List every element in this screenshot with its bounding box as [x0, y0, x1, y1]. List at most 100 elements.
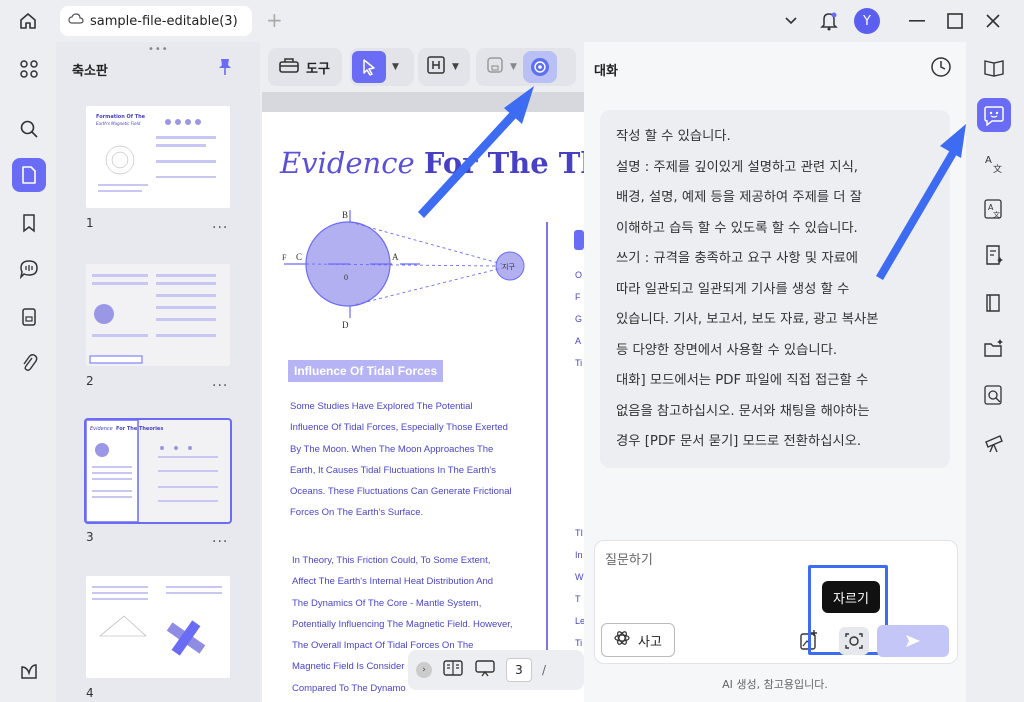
clipped-text: TI	[575, 528, 583, 538]
ai-assistant-button[interactable]	[522, 51, 557, 83]
diagram-label-c: C	[296, 252, 302, 262]
document-title: Evidence For The Theo	[280, 146, 584, 180]
telescope-icon[interactable]	[977, 426, 1011, 460]
clipped-text: W	[575, 572, 584, 582]
thumbnail-number: 1	[86, 216, 94, 230]
title-bar: sample-file-editable(3) + Y	[0, 0, 1024, 42]
home-icon[interactable]	[14, 8, 42, 34]
clipped-text: A	[575, 336, 582, 346]
svg-text:Evidence: Evidence	[90, 426, 113, 432]
tidal-force-diagram: B D A C F 0 지구	[282, 210, 525, 328]
attachment-file-icon[interactable]	[12, 300, 46, 334]
select-tool-group[interactable]: ▼	[350, 48, 414, 86]
maximize-icon[interactable]	[936, 8, 974, 34]
thumbnail-more-button[interactable]: ...	[212, 374, 228, 390]
chevron-down-icon[interactable]	[772, 8, 810, 34]
search-ai-icon[interactable]	[977, 378, 1011, 412]
left-tool-rail	[0, 42, 56, 702]
grid-icon[interactable]	[12, 52, 46, 86]
svg-text:A: A	[985, 155, 992, 166]
page-navigator: › 3 /	[408, 650, 584, 690]
document-tab[interactable]: sample-file-editable(3)	[60, 6, 252, 36]
paperclip-icon[interactable]	[12, 346, 46, 380]
column-divider	[546, 222, 548, 662]
page-thumbnail-1[interactable]: Formation Of The Earth's Magnetic Field	[86, 106, 230, 208]
think-button[interactable]: 사고	[601, 623, 675, 657]
right-ai-rail: A文 A文	[966, 42, 1024, 702]
chevron-down-icon[interactable]: ▼	[452, 62, 459, 72]
thumbnail-more-button[interactable]: ...	[212, 530, 228, 546]
svg-text:For The Theories: For The Theories	[116, 426, 163, 432]
ai-chat-icon[interactable]	[977, 98, 1011, 132]
section-heading: Influence Of Tidal Forces	[288, 360, 444, 382]
theme-icon[interactable]	[12, 654, 46, 688]
clipped-text: Ti	[575, 358, 583, 368]
cloud-icon	[68, 13, 84, 29]
search-icon[interactable]	[12, 112, 46, 146]
thumbnail-more-button[interactable]: ...	[212, 216, 228, 232]
comment-icon[interactable]	[12, 252, 46, 286]
bell-icon[interactable]	[810, 8, 848, 34]
page-thumbnail-icon[interactable]	[12, 158, 46, 192]
screenshot-crop-icon[interactable]	[839, 627, 869, 655]
page-thumbnail-4[interactable]	[86, 576, 230, 678]
ai-disclaimer: AI 생성, 참고용입니다.	[722, 678, 828, 691]
svg-text:Formation Of The: Formation Of The	[96, 114, 146, 120]
folder-ai-icon[interactable]	[977, 332, 1011, 366]
svg-text:文: 文	[993, 163, 1002, 174]
chat-title: 대화	[594, 64, 618, 79]
cursor-icon[interactable]	[352, 51, 386, 83]
chevron-right-icon[interactable]: ›	[416, 662, 432, 678]
close-icon[interactable]	[974, 8, 1012, 34]
minimize-icon[interactable]	[898, 8, 936, 34]
page-number-input[interactable]: 3	[506, 658, 532, 682]
thumbnail-number: 3	[86, 530, 94, 544]
clipped-text: T	[575, 594, 581, 604]
bookmark-icon[interactable]	[12, 206, 46, 240]
clipped-text: In	[575, 550, 583, 560]
chevron-down-icon[interactable]: ▼	[510, 62, 517, 72]
avatar[interactable]: Y	[848, 8, 886, 34]
chevron-down-icon[interactable]: ▼	[392, 62, 399, 72]
two-page-view-icon[interactable]	[442, 659, 464, 681]
tools-button[interactable]: 도구	[268, 48, 342, 86]
chat-input-placeholder: 질문하기	[605, 553, 653, 568]
ai-tool-group: ▼	[476, 48, 576, 86]
history-icon[interactable]	[930, 56, 952, 82]
svg-text:文: 文	[993, 210, 1000, 219]
new-tab-button[interactable]: +	[266, 10, 283, 30]
clipped-text: Le	[575, 616, 584, 626]
resize-grip[interactable]: •••	[148, 44, 169, 55]
clipped-text: Ti	[575, 638, 583, 648]
translate-document-icon[interactable]: A文	[977, 192, 1011, 226]
toolbox-icon	[278, 56, 300, 78]
thumbnail-panel-title: 축소판	[72, 64, 108, 79]
thumbnail-number: 4	[86, 686, 94, 700]
book-icon[interactable]	[977, 286, 1011, 320]
column-badge	[574, 230, 584, 250]
document-viewer[interactable]: Evidence For The Theo B D A C F 0 지구 Inf…	[262, 92, 584, 702]
translate-icon[interactable]: A文	[977, 146, 1011, 180]
page-thumbnail-3[interactable]: Evidence For The Theories	[84, 418, 232, 524]
tools-label: 도구	[306, 61, 330, 77]
tab-title: sample-file-editable(3)	[90, 13, 238, 29]
page-thumbnail-2[interactable]	[86, 264, 230, 366]
thumbnail-number: 2	[86, 374, 94, 388]
presentation-icon[interactable]	[474, 659, 496, 681]
chat-input[interactable]: 질문하기 사고 자르기	[594, 540, 958, 664]
book-open-icon[interactable]	[977, 50, 1011, 84]
clipped-text: G	[575, 314, 583, 324]
heading-tool-group[interactable]: ▼	[418, 48, 470, 86]
diagram-label-b: B	[342, 210, 348, 220]
send-button[interactable]	[877, 625, 949, 657]
diagram-label-origin: 0	[344, 273, 348, 282]
crop-tooltip: 자르기	[822, 581, 880, 613]
diagram-label-a: A	[392, 252, 399, 262]
thumbnail-panel: ••• 축소판 Formation Of The Earth's Magneti…	[56, 42, 260, 702]
pin-icon[interactable]	[218, 58, 232, 80]
save-icon[interactable]	[486, 56, 504, 78]
editor-toolbar: 도구 ▼ ▼ ▼	[262, 42, 584, 92]
atom-icon	[614, 630, 630, 650]
diagram-label-f: F	[282, 253, 287, 262]
summarize-icon[interactable]	[977, 238, 1011, 272]
